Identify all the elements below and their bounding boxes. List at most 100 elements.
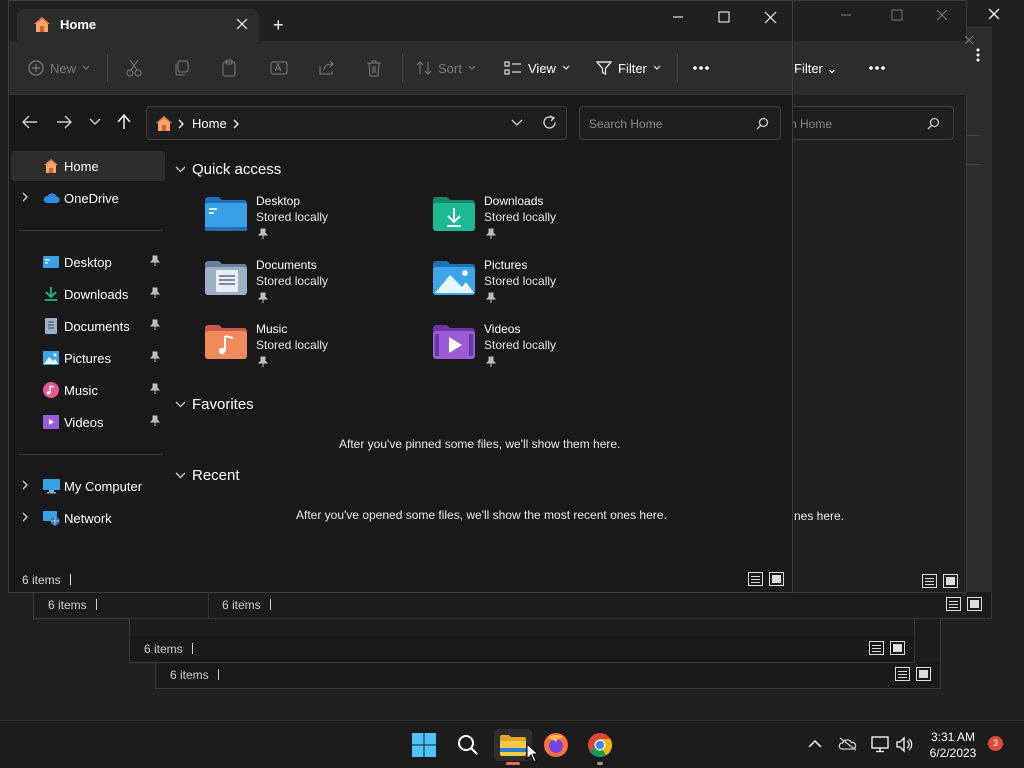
cut-button[interactable] bbox=[126, 41, 142, 95]
more-options-button[interactable] bbox=[692, 41, 710, 95]
new-tab-button[interactable]: + bbox=[273, 16, 284, 34]
refresh-icon[interactable] bbox=[542, 115, 557, 130]
sidebar-item-downloads[interactable]: Downloads bbox=[11, 279, 165, 309]
quick-access-item-videos[interactable]: Videos Stored locally bbox=[433, 322, 653, 378]
file-explorer-window: Home + New Sort View Filter Home Search … bbox=[8, 0, 793, 593]
sidebar-item-videos[interactable]: Videos bbox=[11, 407, 165, 437]
delete-button[interactable] bbox=[366, 41, 382, 95]
pin-icon bbox=[486, 228, 496, 239]
paste-button[interactable] bbox=[221, 41, 237, 95]
clock-date: 6/2/2023 bbox=[929, 746, 977, 760]
filter-button[interactable]: Filter bbox=[596, 41, 661, 95]
breadcrumb-chevron-icon[interactable] bbox=[178, 119, 184, 129]
maximize-icon bbox=[718, 11, 730, 23]
pin-icon bbox=[258, 228, 268, 239]
up-arrow-icon[interactable] bbox=[117, 114, 131, 130]
search-icon bbox=[756, 117, 769, 130]
paste-icon bbox=[222, 59, 236, 77]
minimize-icon[interactable] bbox=[839, 7, 853, 21]
collapse-chevron-icon bbox=[175, 472, 186, 479]
quick-access-item-pictures[interactable]: Pictures Stored locally bbox=[433, 258, 653, 314]
cut-icon bbox=[126, 59, 142, 77]
quick-access-item-desktop[interactable]: Desktop Stored locally bbox=[205, 194, 425, 250]
onedrive-offline-icon[interactable] bbox=[838, 737, 858, 751]
sidebar-item-pictures[interactable]: Pictures bbox=[11, 343, 165, 373]
quick-access-header[interactable]: Quick access bbox=[175, 161, 281, 178]
rename-button[interactable] bbox=[270, 41, 288, 95]
search-button[interactable] bbox=[452, 729, 484, 761]
address-dropdown-icon[interactable] bbox=[511, 119, 523, 127]
sidebar-item-desktop[interactable]: Desktop bbox=[11, 247, 165, 277]
tiles-view-icon[interactable] bbox=[769, 572, 784, 586]
windows-logo-icon bbox=[412, 733, 436, 757]
running-indicator bbox=[597, 762, 603, 765]
background-status-bar: 6 items 6 items bbox=[34, 592, 991, 618]
new-button[interactable]: New bbox=[28, 41, 90, 95]
share-button[interactable] bbox=[318, 41, 335, 95]
close-button[interactable] bbox=[747, 1, 793, 33]
firefox-button[interactable] bbox=[540, 729, 572, 761]
recent-header[interactable]: Recent bbox=[175, 467, 240, 484]
recent-locations-chevron-icon[interactable] bbox=[89, 118, 101, 126]
copy-button[interactable] bbox=[174, 41, 190, 95]
breadcrumb-chevron-icon[interactable] bbox=[233, 119, 239, 129]
search-box[interactable]: Search Home bbox=[579, 106, 781, 140]
new-icon bbox=[28, 60, 44, 76]
notification-badge[interactable]: 3 bbox=[988, 736, 1003, 751]
more-options-icon bbox=[868, 60, 886, 76]
volume-icon[interactable] bbox=[895, 736, 913, 753]
details-view-icon bbox=[869, 641, 884, 655]
minimize-button[interactable] bbox=[655, 1, 701, 33]
system-clock[interactable]: 3:31 AM 6/2/2023 bbox=[920, 729, 986, 761]
sort-button[interactable]: Sort bbox=[416, 41, 476, 95]
background-close-icon[interactable] bbox=[963, 34, 975, 46]
expand-chevron-icon bbox=[22, 512, 28, 522]
breadcrumb[interactable]: Home bbox=[192, 116, 227, 131]
sidebar-item-onedrive[interactable]: OneDrive bbox=[11, 183, 165, 213]
pin-icon bbox=[258, 292, 268, 303]
start-button[interactable] bbox=[408, 729, 440, 761]
active-indicator bbox=[506, 762, 520, 765]
pin-icon bbox=[486, 292, 496, 303]
sidebar-item-my-computer[interactable]: My Computer bbox=[11, 471, 165, 501]
sidebar-item-documents[interactable]: Documents bbox=[11, 311, 165, 341]
sidebar-item-home[interactable]: Home bbox=[11, 151, 165, 181]
details-view-icon[interactable] bbox=[748, 572, 763, 586]
chrome-button[interactable] bbox=[584, 729, 616, 761]
folder-icon bbox=[500, 735, 526, 756]
close-icon bbox=[764, 11, 776, 23]
pin-icon bbox=[150, 255, 160, 266]
show-hidden-icons-chevron-icon[interactable] bbox=[808, 739, 822, 749]
pictures-folder-icon bbox=[433, 260, 475, 296]
maximize-button[interactable] bbox=[701, 1, 747, 33]
maximize-icon[interactable] bbox=[891, 9, 903, 21]
address-bar[interactable]: Home bbox=[146, 106, 567, 140]
quick-access-item-music[interactable]: Music Stored locally bbox=[205, 322, 425, 378]
share-icon bbox=[319, 60, 334, 75]
background-item-count: 6 items bbox=[222, 598, 261, 612]
forward-arrow-icon[interactable] bbox=[56, 115, 72, 129]
back-arrow-icon[interactable] bbox=[22, 115, 38, 129]
network-status-icon[interactable] bbox=[871, 736, 889, 753]
pin-icon bbox=[150, 415, 160, 426]
quick-access-item-downloads[interactable]: Downloads Stored locally bbox=[433, 194, 653, 250]
favorites-header[interactable]: Favorites bbox=[175, 396, 254, 413]
more-options-icon bbox=[693, 66, 709, 70]
cloud-icon bbox=[43, 190, 60, 206]
tiles-view-icon bbox=[916, 667, 931, 681]
search-input[interactable]: Search Home bbox=[589, 117, 662, 131]
background-close-icon[interactable] bbox=[986, 6, 1002, 22]
sidebar-item-music[interactable]: Music bbox=[11, 375, 165, 405]
view-icon bbox=[504, 61, 521, 75]
quick-access-item-documents[interactable]: Documents Stored locally bbox=[205, 258, 425, 314]
filter-button-bg: Filter ⌄ bbox=[794, 61, 838, 76]
view-button[interactable]: View bbox=[504, 41, 570, 95]
tab-close-icon[interactable] bbox=[236, 18, 248, 30]
close-icon[interactable] bbox=[936, 9, 948, 21]
status-bar: 6 items bbox=[9, 567, 792, 592]
background-status-bar: 6 items bbox=[156, 662, 940, 688]
sort-icon bbox=[416, 61, 432, 75]
download-icon bbox=[43, 286, 59, 302]
pin-icon bbox=[150, 383, 160, 394]
sidebar-item-network[interactable]: Network bbox=[11, 503, 165, 533]
